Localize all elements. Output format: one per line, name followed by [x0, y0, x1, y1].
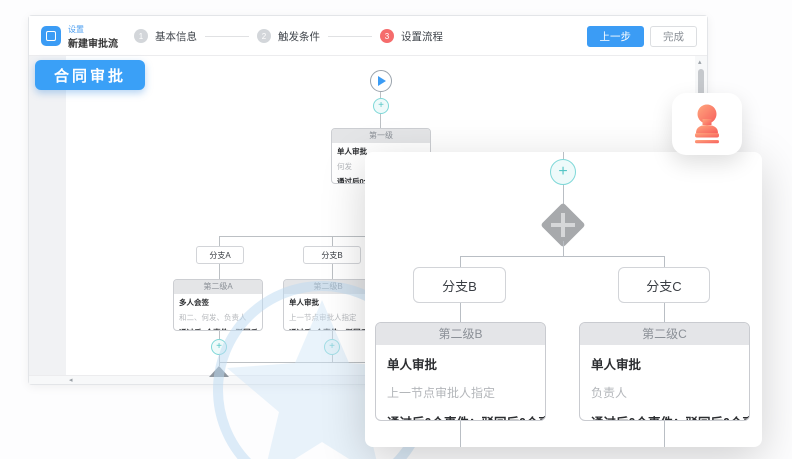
branch-node-c[interactable]: 分支C	[618, 267, 710, 303]
node-events: 通过后0个事件；驳回后0个事件	[591, 412, 738, 421]
node-approval-type: 单人审批	[591, 354, 738, 373]
scroll-left-icon[interactable]: ◂	[69, 376, 73, 385]
flow-name-badge: 合同审批	[35, 60, 145, 90]
node-header: 第一级	[332, 129, 430, 143]
node-card-level2b[interactable]: 第二级B 单人审批 上一节点审批人指定 通过后0个事件；驳回后0个事件	[283, 279, 373, 331]
stamp-icon	[690, 104, 724, 144]
play-icon	[378, 76, 386, 86]
branch-label: 分支C	[646, 276, 681, 295]
header-actions: 上一步 完成	[587, 26, 698, 47]
branch-label: 分支A	[209, 250, 230, 261]
connector-line	[332, 236, 333, 246]
stepper-step-trigger-condition[interactable]: 2 触发条件	[257, 29, 320, 44]
add-node-button[interactable]: +	[550, 159, 576, 185]
connector-line	[332, 355, 333, 362]
step-number: 2	[257, 29, 271, 43]
connector-line	[219, 264, 220, 279]
node-header: 第二级A	[174, 280, 262, 294]
step-number: 3	[380, 29, 394, 43]
node-assignee: 上一节点审批人指定	[387, 384, 534, 401]
settings-app-icon	[41, 26, 61, 46]
node-body: 单人审批 上一节点审批人指定 通过后0个事件；驳回后0个事件	[376, 345, 545, 421]
connector-line	[460, 256, 461, 267]
step-connector	[328, 36, 372, 37]
wizard-stepper: 1 基本信息 2 触发条件 3 设置流程	[134, 16, 443, 56]
node-header: 第二级B	[376, 323, 545, 345]
node-assignee: 上一节点审批人指定	[289, 312, 367, 323]
branch-node-b[interactable]: 分支B	[303, 246, 361, 264]
branch-label: 分支B	[321, 250, 342, 261]
add-node-button[interactable]: +	[324, 339, 340, 355]
diamond-plus-icon	[551, 213, 575, 237]
node-body: 单人审批 上一节点审批人指定 通过后0个事件；驳回后0个事件	[284, 294, 372, 331]
step-connector	[205, 36, 249, 37]
stepper-step-set-flow[interactable]: 3 设置流程	[380, 29, 443, 44]
node-assignee: 和二、何发、负责人	[179, 312, 257, 323]
step-label: 设置流程	[401, 29, 443, 44]
node-header: 第二级B	[284, 280, 372, 294]
connector-line	[460, 421, 461, 447]
canvas-left-gutter	[29, 56, 66, 376]
previous-step-button[interactable]: 上一步	[587, 26, 645, 47]
add-node-button[interactable]: +	[373, 98, 389, 114]
connector-line	[219, 331, 220, 339]
connector-line	[460, 256, 664, 257]
branch-node-b[interactable]: 分支B	[413, 267, 506, 303]
node-header: 第二级C	[580, 323, 749, 345]
node-card-level2c-zoomed[interactable]: 第二级C 单人审批 负责人 通过后0个事件；驳回后0个事件	[579, 322, 750, 421]
node-events: 通过后0个事件；驳回后0个事件	[289, 327, 367, 331]
connector-line	[460, 303, 461, 322]
connector-line	[664, 421, 665, 447]
node-card-level2b-zoomed[interactable]: 第二级B 单人审批 上一节点审批人指定 通过后0个事件；驳回后0个事件	[375, 322, 546, 421]
node-events: 通过后0个事件；驳回后0个事件	[179, 327, 257, 331]
scroll-up-icon[interactable]: ▴	[698, 58, 702, 66]
branch-label: 分支B	[442, 276, 477, 295]
add-node-button[interactable]: +	[211, 339, 227, 355]
flow-start-node[interactable]	[370, 70, 392, 92]
connector-line	[664, 303, 665, 322]
page: 设置 新建审批流 1 基本信息 2 触发条件 3 设置流程 上	[0, 0, 792, 459]
page-title: 新建审批流	[68, 35, 118, 50]
node-card-level2a[interactable]: 第二级A 多人会签 和二、何发、负责人 通过后0个事件；驳回后0个事件	[173, 279, 263, 331]
stamp-tool-card[interactable]	[672, 93, 742, 155]
connector-line	[380, 114, 381, 128]
wizard-header: 设置 新建审批流 1 基本信息 2 触发条件 3 设置流程 上	[29, 16, 707, 56]
node-body: 单人审批 负责人 通过后0个事件；驳回后0个事件	[580, 345, 749, 421]
step-label: 基本信息	[155, 29, 197, 44]
connector-line	[219, 236, 220, 246]
branch-node-a[interactable]: 分支A	[196, 246, 244, 264]
node-body: 多人会签 和二、何发、负责人 通过后0个事件；驳回后0个事件	[174, 294, 262, 331]
node-approval-type: 单人审批	[289, 297, 367, 308]
stepper-step-basic-info[interactable]: 1 基本信息	[134, 29, 197, 44]
connector-line	[219, 236, 381, 237]
step-label: 触发条件	[278, 29, 320, 44]
node-approval-type: 多人会签	[179, 297, 257, 308]
connector-line	[563, 152, 564, 159]
connector-line	[332, 331, 333, 339]
done-button[interactable]: 完成	[650, 26, 697, 47]
connector-line	[219, 355, 220, 362]
zoomed-flow-panel: + 分支B 分支C 第二级B 单人审批 上一节点审批人指定 通过后0个事件；驳回…	[365, 152, 762, 447]
node-events: 通过后0个事件；驳回后0个事件	[387, 412, 534, 421]
node-approval-type: 单人审批	[387, 354, 534, 373]
node-assignee: 负责人	[591, 384, 738, 401]
step-number: 1	[134, 29, 148, 43]
header-eyebrow: 设置	[68, 24, 84, 35]
connector-line	[563, 241, 564, 256]
connector-line	[664, 256, 665, 267]
triangle-up-icon	[209, 366, 229, 377]
connector-line	[332, 264, 333, 279]
